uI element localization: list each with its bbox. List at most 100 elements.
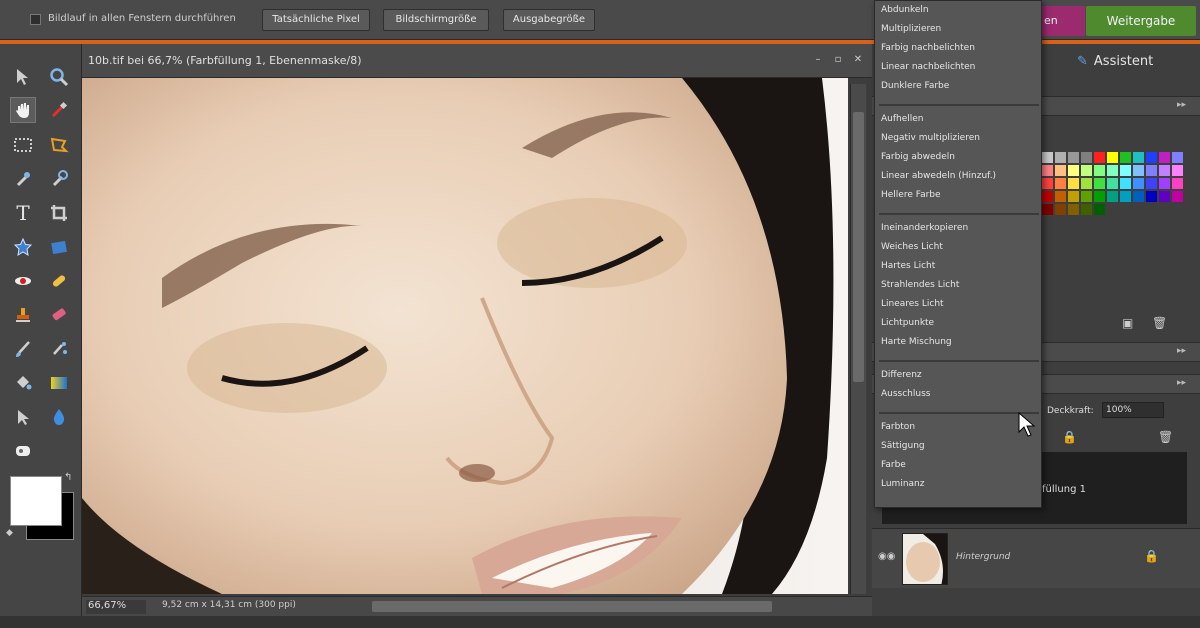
color-swatch[interactable] bbox=[1172, 178, 1183, 189]
blur-tool-icon[interactable] bbox=[46, 404, 72, 430]
visibility-eye-icon[interactable]: ◉◉ bbox=[878, 551, 895, 562]
color-swatch[interactable] bbox=[1146, 191, 1157, 202]
color-swatch[interactable] bbox=[1107, 191, 1118, 202]
color-swatch[interactable] bbox=[1055, 165, 1066, 176]
lasso-tool-icon[interactable] bbox=[46, 132, 72, 158]
panel-menu-icon[interactable]: ▸▸ bbox=[1177, 100, 1186, 110]
gradient-tool-icon[interactable] bbox=[46, 370, 72, 396]
swap-colors-icon[interactable]: ↰ bbox=[64, 472, 72, 483]
blend-mode-dropdown[interactable]: Abdunkeln Multiplizieren Farbig nachbelich… bbox=[874, 0, 1042, 508]
blend-mode-item[interactable]: Lichtpunkte bbox=[881, 318, 934, 328]
minimize-icon[interactable]: – bbox=[812, 54, 824, 66]
blend-mode-item[interactable]: Linear abwedeln (Hinzuf.) bbox=[881, 171, 996, 181]
color-swatch[interactable] bbox=[1159, 165, 1170, 176]
color-swatch[interactable] bbox=[1159, 191, 1170, 202]
vertical-scroll-thumb[interactable] bbox=[853, 112, 864, 382]
color-swatch[interactable] bbox=[1172, 152, 1183, 163]
blend-mode-item[interactable]: Abdunkeln bbox=[881, 5, 929, 15]
paint-bucket-tool-icon[interactable] bbox=[10, 370, 36, 396]
color-swatch[interactable] bbox=[1055, 178, 1066, 189]
color-swatch[interactable] bbox=[1068, 165, 1079, 176]
lock-transparent-icon[interactable]: 🔒 bbox=[1062, 430, 1077, 444]
blend-mode-item[interactable]: Hellere Farbe bbox=[881, 190, 941, 200]
blend-mode-item[interactable]: Farbig nachbelichten bbox=[881, 43, 975, 53]
image-canvas[interactable] bbox=[82, 78, 848, 594]
cookie-cutter-tool-icon[interactable] bbox=[10, 234, 36, 260]
blend-mode-item[interactable]: Sättigung bbox=[881, 441, 925, 451]
blend-mode-item[interactable]: Farbe bbox=[881, 460, 906, 470]
fit-screen-button[interactable]: Bildschirmgröße bbox=[383, 9, 489, 31]
color-swatch[interactable] bbox=[1094, 152, 1105, 163]
color-swatch[interactable] bbox=[1042, 178, 1053, 189]
color-swatch[interactable] bbox=[1133, 165, 1144, 176]
magic-wand-tool-icon[interactable] bbox=[10, 166, 36, 192]
color-swatch[interactable] bbox=[1068, 191, 1079, 202]
delete-layer-icon[interactable]: 🗑 bbox=[1158, 430, 1173, 444]
blend-mode-item[interactable]: Luminanz bbox=[881, 479, 924, 489]
actual-pixels-button[interactable]: Tatsächliche Pixel bbox=[262, 9, 370, 31]
color-swatch[interactable] bbox=[1159, 178, 1170, 189]
panel-menu-icon[interactable]: ▸▸ bbox=[1177, 346, 1186, 356]
color-swatch[interactable] bbox=[1068, 152, 1079, 163]
delete-swatch-icon[interactable]: 🗑 bbox=[1152, 316, 1167, 330]
color-swatch[interactable] bbox=[1159, 152, 1170, 163]
horizontal-scroll-thumb[interactable] bbox=[372, 601, 772, 612]
vertical-scrollbar[interactable] bbox=[850, 84, 866, 594]
panel-menu-icon[interactable]: ▸▸ bbox=[1177, 378, 1186, 388]
color-swatch[interactable] bbox=[1172, 191, 1183, 202]
straighten-tool-icon[interactable] bbox=[46, 234, 72, 260]
blend-mode-item[interactable]: Strahlendes Licht bbox=[881, 280, 959, 290]
blend-mode-item[interactable]: Weiches Licht bbox=[881, 242, 943, 252]
blend-mode-item[interactable]: Lineares Licht bbox=[881, 299, 944, 309]
color-swatch[interactable] bbox=[1042, 191, 1053, 202]
blend-mode-item[interactable]: Farbton bbox=[881, 422, 915, 432]
healing-brush-tool-icon[interactable] bbox=[46, 268, 72, 294]
blend-mode-item[interactable]: Differenz bbox=[881, 370, 922, 380]
layer-lock-icon[interactable]: 🔒 bbox=[1144, 549, 1159, 563]
blend-mode-item[interactable]: Ausschluss bbox=[881, 389, 930, 399]
color-swatch[interactable] bbox=[1146, 178, 1157, 189]
color-swatch[interactable] bbox=[1042, 165, 1053, 176]
blend-mode-item[interactable]: Dunklere Farbe bbox=[881, 81, 949, 91]
color-swatch[interactable] bbox=[1120, 178, 1131, 189]
eyedropper-tool-icon[interactable] bbox=[46, 97, 72, 123]
color-swatch[interactable] bbox=[1094, 204, 1105, 215]
color-swatch[interactable] bbox=[1081, 152, 1092, 163]
new-swatch-icon[interactable]: ▣ bbox=[1122, 316, 1133, 330]
tab-share[interactable]: Weitergabe bbox=[1086, 6, 1196, 36]
color-swatch[interactable] bbox=[1081, 178, 1092, 189]
sponge-tool-icon[interactable] bbox=[10, 438, 36, 464]
color-swatch[interactable] bbox=[1107, 152, 1118, 163]
color-swatch[interactable] bbox=[1146, 165, 1157, 176]
color-swatch[interactable] bbox=[1042, 152, 1053, 163]
color-swatch[interactable] bbox=[1081, 165, 1092, 176]
blend-mode-item[interactable]: Multiplizieren bbox=[881, 24, 941, 34]
eraser-tool-icon[interactable] bbox=[46, 302, 72, 328]
marquee-tool-icon[interactable] bbox=[10, 132, 36, 158]
red-eye-tool-icon[interactable] bbox=[10, 268, 36, 294]
opacity-field[interactable]: 100% bbox=[1102, 402, 1164, 418]
maximize-icon[interactable]: ▫ bbox=[832, 54, 844, 66]
color-swatch[interactable] bbox=[1146, 152, 1157, 163]
color-swatch[interactable] bbox=[1094, 178, 1105, 189]
color-swatch[interactable] bbox=[1120, 165, 1131, 176]
swatch-grid[interactable] bbox=[1042, 152, 1183, 215]
blend-mode-item[interactable]: Farbig abwedeln bbox=[881, 152, 955, 162]
print-size-button[interactable]: Ausgabegröße bbox=[503, 9, 595, 31]
smart-brush-tool-icon[interactable] bbox=[46, 336, 72, 362]
color-swatch[interactable] bbox=[1120, 191, 1131, 202]
color-swatch[interactable] bbox=[1133, 178, 1144, 189]
blend-mode-item[interactable]: Linear nachbelichten bbox=[881, 62, 975, 72]
hand-tool-icon[interactable] bbox=[10, 97, 36, 123]
blend-mode-item[interactable]: Aufhellen bbox=[881, 114, 924, 124]
blend-mode-item[interactable]: Harte Mischung bbox=[881, 337, 952, 347]
color-swatch[interactable] bbox=[1042, 204, 1053, 215]
blend-mode-item[interactable]: Ineinanderkopieren bbox=[881, 223, 968, 233]
foreground-color-swatch[interactable] bbox=[10, 476, 62, 526]
color-swatch[interactable] bbox=[1120, 152, 1131, 163]
close-icon[interactable]: ✕ bbox=[852, 54, 864, 66]
zoom-field[interactable]: 66,67% bbox=[86, 600, 146, 614]
brush-tool-icon[interactable] bbox=[10, 336, 36, 362]
move-tool-icon[interactable] bbox=[10, 64, 36, 90]
default-colors-icon[interactable]: ◆ bbox=[6, 528, 13, 538]
